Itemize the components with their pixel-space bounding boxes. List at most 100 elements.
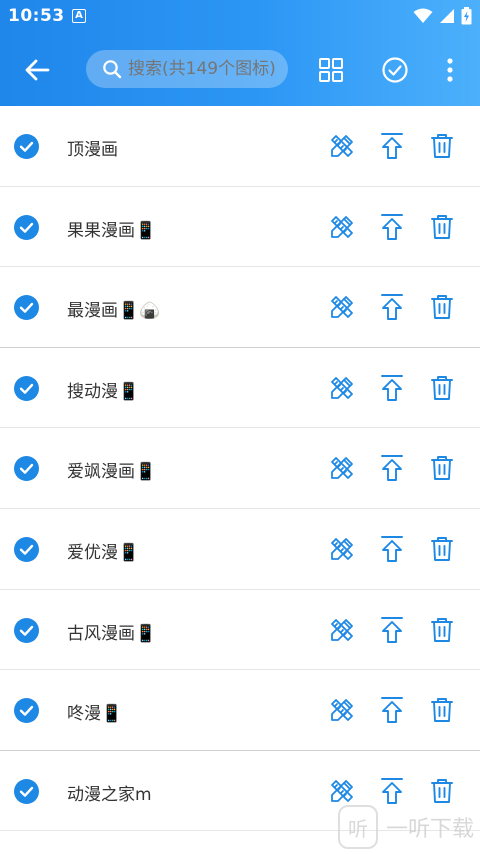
item-name: 搜动漫📱 [67, 381, 140, 402]
item-name: 爱优漫📱 [67, 542, 140, 563]
edit-pencil-ruler-icon [331, 296, 353, 319]
pin-top-button[interactable] [378, 535, 406, 563]
arrow-up-to-top-icon [381, 777, 403, 804]
grid-view-icon [319, 58, 343, 82]
edit-button[interactable] [328, 535, 356, 563]
trash-icon [431, 617, 453, 642]
edit-button[interactable] [328, 374, 356, 402]
edit-pencil-ruler-icon [331, 376, 353, 399]
trash-icon [431, 698, 453, 723]
edit-button[interactable] [328, 616, 356, 644]
trash-icon [431, 295, 453, 320]
grid-view-button[interactable] [315, 54, 347, 86]
pin-top-button[interactable] [378, 616, 406, 644]
checked-circle-icon[interactable] [14, 698, 39, 724]
wifi-icon [413, 8, 433, 23]
status-bar: 10:53 A [0, 0, 480, 34]
item-name: 爱飒漫画📱 [67, 462, 157, 483]
pin-top-button[interactable] [378, 293, 406, 321]
delete-button[interactable] [428, 777, 456, 805]
checked-circle-icon[interactable] [14, 617, 39, 643]
trash-icon [431, 214, 453, 239]
list-item[interactable]: 爱飒漫画📱 [0, 428, 480, 509]
checked-circle-icon[interactable] [14, 214, 39, 240]
item-name: 动漫之家m [67, 784, 152, 805]
select-all-button[interactable] [379, 54, 411, 86]
delete-button[interactable] [428, 132, 456, 160]
trash-icon [431, 778, 453, 803]
checked-circle-icon[interactable] [14, 295, 39, 321]
search-box[interactable] [86, 50, 288, 88]
watermark: 听 一听下载 [337, 802, 474, 852]
arrow-up-to-top-icon [381, 133, 403, 159]
status-time: 10:53 [8, 6, 65, 26]
checked-circle-icon[interactable] [14, 456, 39, 482]
list-item[interactable]: 古风漫画📱 [0, 589, 480, 671]
check-circle-icon [382, 57, 408, 83]
source-list: 顶漫画 果果漫画📱 最漫画📱🍙 搜动漫📱 爱飒漫画📱 爱优漫📱 古风漫画📱 咚漫… [0, 106, 480, 832]
delete-button[interactable] [428, 374, 456, 402]
trash-icon [431, 456, 453, 481]
delete-button[interactable] [428, 213, 456, 241]
item-name: 咚漫📱 [67, 704, 123, 725]
edit-button[interactable] [328, 293, 356, 321]
search-input[interactable] [128, 59, 278, 79]
edit-pencil-ruler-icon [331, 135, 353, 157]
edit-button[interactable] [328, 132, 356, 160]
pin-top-button[interactable] [378, 777, 406, 805]
delete-button[interactable] [428, 535, 456, 563]
battery-charging-icon [461, 7, 472, 25]
pin-top-button[interactable] [378, 454, 406, 482]
edit-button[interactable] [328, 454, 356, 482]
edit-pencil-ruler-icon [331, 457, 353, 480]
list-item[interactable]: 最漫画📱🍙 [0, 267, 480, 348]
edit-pencil-ruler-icon [331, 618, 353, 641]
item-name: 最漫画📱🍙 [67, 301, 161, 322]
checked-circle-icon[interactable] [14, 375, 39, 401]
delete-button[interactable] [428, 696, 456, 724]
checked-circle-icon[interactable] [14, 536, 39, 562]
more-options-button[interactable] [436, 54, 464, 86]
search-icon [103, 60, 122, 79]
edit-pencil-ruler-icon [331, 699, 353, 722]
pin-top-button[interactable] [378, 374, 406, 402]
trash-icon [431, 375, 453, 400]
delete-button[interactable] [428, 454, 456, 482]
checked-circle-icon[interactable] [14, 778, 39, 804]
more-vert-icon [447, 58, 453, 82]
arrow-left-icon [25, 59, 50, 81]
list-item[interactable]: 搜动漫📱 [0, 347, 480, 429]
arrow-up-to-top-icon [381, 294, 403, 321]
delete-button[interactable] [428, 293, 456, 321]
notification-a-icon: A [72, 9, 86, 23]
edit-pencil-ruler-icon [331, 538, 353, 560]
arrow-up-to-top-icon [381, 455, 403, 482]
edit-button[interactable] [328, 777, 356, 805]
edit-button[interactable] [328, 213, 356, 241]
pin-top-button[interactable] [378, 132, 406, 160]
delete-button[interactable] [428, 616, 456, 644]
item-name: 果果漫画📱 [67, 220, 157, 241]
watermark-logo: 听 [337, 805, 378, 849]
app-header: 10:53 A [0, 0, 480, 106]
list-item[interactable]: 咚漫📱 [0, 670, 480, 751]
pin-top-button[interactable] [378, 696, 406, 724]
arrow-up-to-top-icon [381, 213, 403, 240]
list-item[interactable]: 爱优漫📱 [0, 508, 480, 590]
checked-circle-icon[interactable] [14, 134, 39, 159]
trash-icon [431, 134, 453, 158]
watermark-text: 一听下载 [385, 817, 474, 842]
edit-pencil-ruler-icon [331, 215, 353, 238]
signal-icon [440, 9, 454, 23]
list-item[interactable]: 顶漫画 [0, 106, 480, 187]
back-button[interactable] [20, 54, 54, 86]
edit-button[interactable] [328, 696, 356, 724]
arrow-up-to-top-icon [381, 616, 403, 643]
list-item[interactable]: 果果漫画📱 [0, 186, 480, 268]
arrow-up-to-top-icon [381, 374, 403, 401]
edit-pencil-ruler-icon [331, 779, 353, 802]
trash-icon [431, 537, 453, 561]
item-name: 顶漫画 [67, 140, 118, 160]
item-name: 古风漫画📱 [67, 623, 157, 644]
pin-top-button[interactable] [378, 213, 406, 241]
